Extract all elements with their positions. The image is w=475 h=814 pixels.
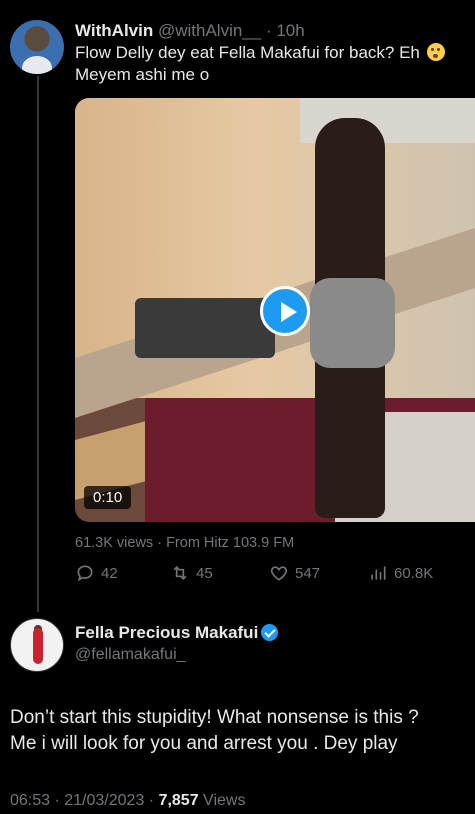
video-frame-stove (135, 298, 275, 358)
like-button[interactable]: 547 (269, 563, 320, 583)
video-frame-dress (310, 278, 395, 368)
reply-views-label: Views (198, 792, 246, 809)
like-count: 547 (295, 564, 321, 582)
reply-text: Don’t start this stupidity! What nonsens… (10, 705, 470, 757)
video-player[interactable]: 0:10 (75, 98, 475, 522)
thread-connector-line (37, 76, 39, 612)
analytics-button[interactable]: 60.8K (368, 563, 433, 583)
retweet-button[interactable]: 45 (170, 563, 213, 583)
reply-timestamp[interactable]: 06:53 · 21/03/2023 · (10, 792, 159, 809)
reply-button[interactable]: 42 (75, 563, 118, 583)
video-duration: 0:10 (84, 486, 132, 509)
tweet-text-line2: Meyem ashi me o (75, 65, 210, 84)
reply-author-name[interactable]: Fella Precious Makafui (75, 623, 258, 642)
views-and-source: 61.3K views · From Hitz 103.9 FM (75, 535, 295, 551)
flushed-face-emoji-icon (426, 43, 445, 61)
play-icon[interactable] (260, 286, 310, 336)
analytics-icon (371, 566, 386, 580)
retweet-count: 45 (196, 564, 213, 582)
tweet-text: Flow Delly dey eat Fella Makafui for bac… (75, 42, 470, 86)
reply-author-handle[interactable]: @fellamakafui_ (75, 646, 186, 664)
author-name[interactable]: WithAlvin (75, 21, 153, 40)
reply-count: 42 (101, 564, 118, 582)
verified-badge-icon (261, 624, 279, 641)
avatar-fella-precious-makafui[interactable] (10, 618, 64, 672)
time-separator: · (261, 21, 277, 40)
retweet-icon (173, 565, 187, 581)
reply-header: Fella Precious Makafui (75, 622, 279, 644)
tweet-header: WithAlvin @withAlvin__ · 10h (75, 20, 465, 42)
tweet-text-line1: Flow Delly dey eat Fella Makafui for bac… (75, 43, 420, 62)
reply-view-count: 7,857 (158, 792, 199, 809)
analytics-count: 60.8K (394, 564, 434, 582)
avatar-figure-body (33, 628, 43, 664)
tweet-action-bar: 42 45 547 60.8K (75, 563, 475, 587)
author-handle[interactable]: @withAlvin__ (158, 21, 261, 40)
reply-text-line2: Me i will look for you and arrest you . … (10, 733, 398, 754)
heart-icon (270, 566, 288, 581)
tweet-time[interactable]: 10h (276, 21, 304, 40)
reply-text-line1: Don’t start this stupidity! What nonsens… (10, 707, 419, 728)
reply-icon (77, 565, 93, 582)
reply-metadata: 06:53 · 21/03/2023 · 7,857 Views (10, 792, 245, 810)
avatar-withalvin[interactable] (10, 20, 64, 74)
